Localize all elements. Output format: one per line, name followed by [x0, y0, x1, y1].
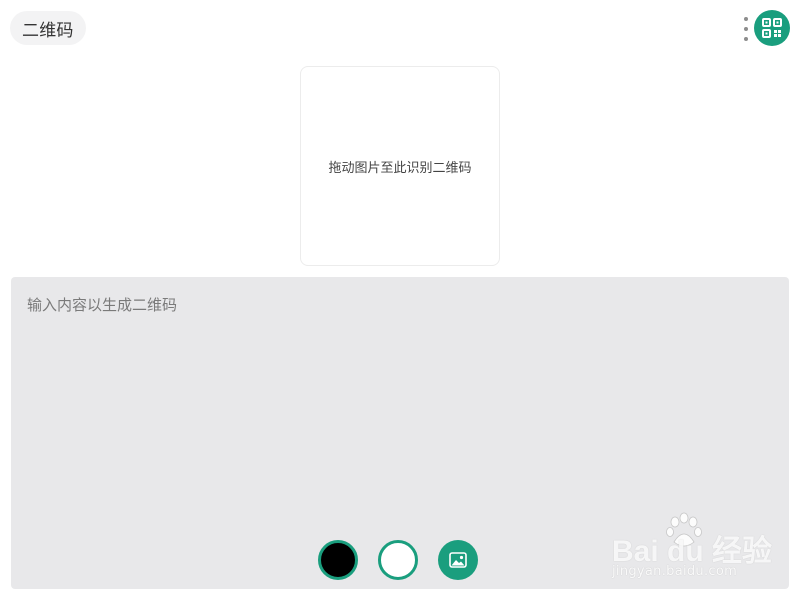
page-title: 二维码 [10, 11, 86, 45]
background-color-picker[interactable] [378, 540, 418, 580]
image-drop-zone[interactable]: 拖动图片至此识别二维码 [300, 66, 500, 266]
qr-code-app-button[interactable] [754, 10, 790, 46]
foreground-color-picker[interactable] [318, 540, 358, 580]
qr-code-icon [762, 18, 782, 38]
qr-code-page: 二维码 拖动图片至此识别二维码 输入内容以生成二维码 Bai du 经验 jin… [0, 0, 800, 600]
drop-zone-hint: 拖动图片至此识别二维码 [328, 160, 472, 176]
image-icon [449, 552, 467, 568]
more-vertical-icon [744, 17, 748, 21]
add-logo-button[interactable] [438, 540, 478, 580]
more-options-button[interactable] [739, 17, 753, 41]
